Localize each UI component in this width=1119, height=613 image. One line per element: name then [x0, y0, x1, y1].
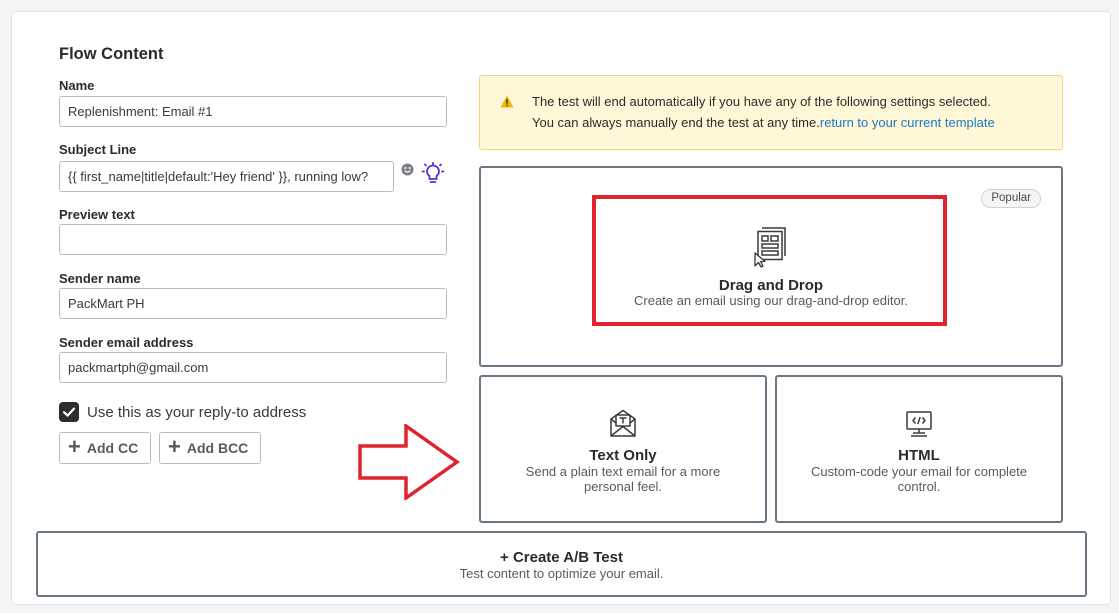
- subject-label: Subject Line: [59, 142, 137, 157]
- alert-text: You can always manually end the test at …: [532, 115, 820, 130]
- code-monitor-icon: [906, 411, 932, 437]
- html-description: Custom-code your email for complete cont…: [810, 464, 1028, 494]
- lightbulb-icon[interactable]: [421, 162, 445, 186]
- alert-text-line2: You can always manually end the test at …: [532, 115, 995, 130]
- name-label: Name: [59, 78, 95, 93]
- text-only-description: Send a plain text email for a more perso…: [525, 464, 721, 494]
- create-ab-test-description: Test content to optimize your email.: [459, 566, 664, 581]
- envelope-text-icon: [610, 409, 636, 437]
- add-bcc-button[interactable]: + Add BCC: [159, 432, 261, 464]
- red-highlight-box: [592, 195, 947, 326]
- sender-name-input[interactable]: PackMart PH: [59, 288, 447, 319]
- create-ab-test-button[interactable]: + Create A/B Test Test content to optimi…: [36, 531, 1087, 597]
- add-bcc-label: Add BCC: [186, 440, 249, 456]
- name-input[interactable]: Replenishment: Email #1: [59, 96, 447, 127]
- plus-icon: +: [168, 434, 181, 459]
- reply-to-checkbox[interactable]: [59, 402, 79, 422]
- sender-email-input[interactable]: packmartph@gmail.com: [59, 352, 447, 383]
- ab-test-warning-alert: The test will end automatically if you h…: [479, 75, 1063, 150]
- section-title: Flow Content: [59, 45, 164, 63]
- html-option[interactable]: HTML Custom-code your email for complete…: [775, 375, 1063, 523]
- preview-text-input[interactable]: [59, 224, 447, 255]
- preview-text-label: Preview text: [59, 207, 135, 222]
- html-title: HTML: [898, 447, 940, 464]
- add-cc-button[interactable]: + Add CC: [59, 432, 151, 464]
- subject-input[interactable]: {{ first_name|title|default:'Hey friend'…: [59, 161, 394, 192]
- text-only-option[interactable]: Text Only Send a plain text email for a …: [479, 375, 767, 523]
- plus-icon: +: [68, 434, 81, 459]
- add-cc-label: Add CC: [86, 440, 139, 456]
- text-only-title: Text Only: [589, 447, 657, 464]
- red-arrow-icon: [358, 424, 460, 500]
- popular-badge: Popular: [981, 189, 1041, 208]
- sender-name-label: Sender name: [59, 271, 141, 286]
- sender-email-label: Sender email address: [59, 335, 194, 350]
- emoji-icon[interactable]: [401, 163, 414, 176]
- reply-to-label[interactable]: Use this as your reply-to address: [87, 404, 306, 421]
- return-to-template-link[interactable]: return to your current template: [820, 115, 995, 130]
- create-ab-test-title: + Create A/B Test: [500, 549, 623, 566]
- alert-text-line1: The test will end automatically if you h…: [532, 94, 991, 109]
- checkmark-icon: [62, 407, 76, 417]
- warning-icon: [500, 95, 514, 108]
